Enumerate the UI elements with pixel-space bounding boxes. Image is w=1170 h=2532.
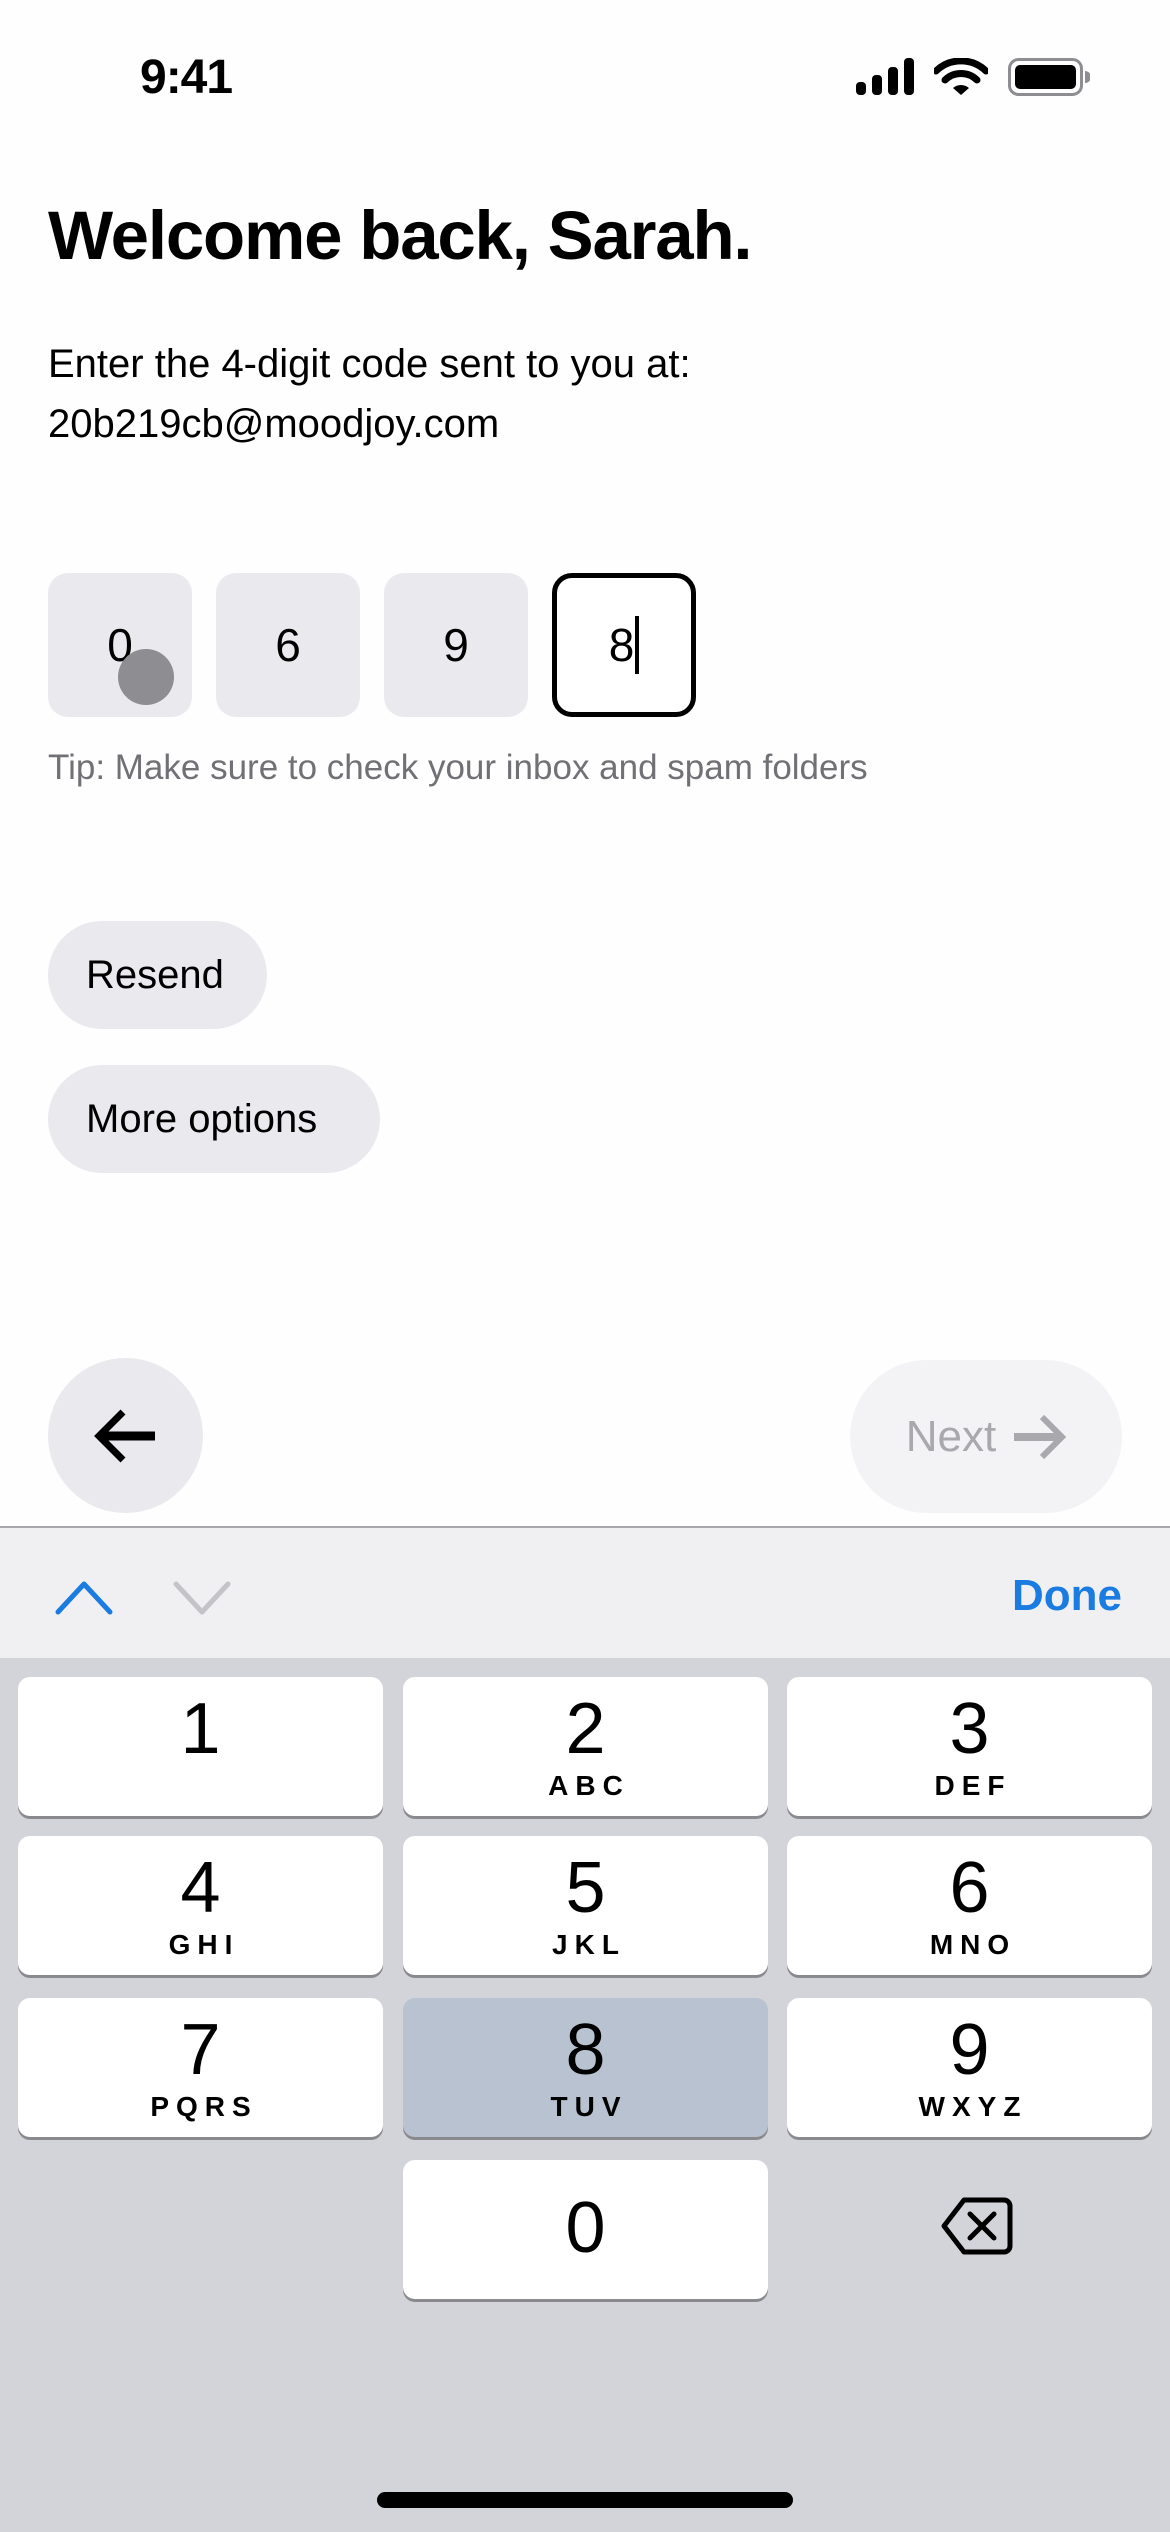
more-options-button[interactable]: More options	[48, 1065, 380, 1173]
next-button[interactable]: Next	[850, 1360, 1122, 1513]
code-digit-3[interactable]: 9	[384, 573, 528, 717]
more-options-label: More options	[86, 1096, 318, 1141]
key-4[interactable]: 4 GHI	[18, 1836, 383, 1975]
status-icons	[856, 58, 1096, 98]
key-6[interactable]: 6 MNO	[787, 1836, 1152, 1975]
key-digit: 9	[949, 2010, 990, 2090]
key-digit: 3	[949, 1689, 990, 1769]
resend-button[interactable]: Resend	[48, 921, 267, 1029]
keyboard-toolbar: Done	[0, 1526, 1170, 1658]
battery-icon	[1008, 58, 1090, 96]
key-digit: 8	[565, 2010, 606, 2090]
code-digit-value: 6	[275, 619, 301, 671]
key-letters: DEF	[934, 1770, 1012, 1801]
email-address: 20b219cb@moodjoy.com	[48, 402, 500, 446]
home-indicator[interactable]	[377, 2492, 793, 2508]
key-letters: TUV	[550, 2091, 628, 2122]
key-3[interactable]: 3 DEF	[787, 1677, 1152, 1816]
instruction-text: Enter the 4-digit code sent to you at: 2…	[48, 334, 691, 454]
code-digit-value: 9	[443, 619, 469, 671]
chevron-down-icon[interactable]	[172, 1580, 232, 1616]
done-button[interactable]: Done	[1012, 1568, 1122, 1624]
tip-text: Tip: Make sure to check your inbox and s…	[48, 748, 868, 787]
code-digit-1[interactable]: 0	[48, 573, 192, 717]
key-9[interactable]: 9 WXYZ	[787, 1998, 1152, 2137]
resend-label: Resend	[86, 952, 224, 997]
key-digit: 5	[565, 1848, 606, 1928]
text-cursor	[635, 616, 640, 674]
cellular-signal-icon	[856, 58, 914, 95]
arrow-left-icon	[93, 1409, 155, 1462]
key-letters: ABC	[548, 1770, 630, 1801]
key-8[interactable]: 8 TUV	[403, 1998, 768, 2137]
wifi-icon	[934, 58, 988, 95]
code-digit-4[interactable]: 8	[552, 573, 696, 717]
numeric-keypad: 1 2 ABC 3 DEF 4 GHI 5 JKL 6 MNO 7 PQRS 8 TUV 9W…	[0, 1658, 1170, 2532]
key-7[interactable]: 7 PQRS	[18, 1998, 383, 2137]
key-digit: 6	[949, 1848, 990, 1928]
touch-indicator	[118, 649, 174, 705]
key-0[interactable]: 0	[403, 2160, 768, 2299]
key-letters: MNO	[929, 1929, 1017, 1960]
key-letters: PQRS	[150, 2091, 258, 2122]
backspace-icon[interactable]	[940, 2196, 1014, 2256]
page-title: Welcome back, Sarah.	[48, 197, 753, 274]
code-digit-2[interactable]: 6	[216, 573, 360, 717]
next-label: Next	[905, 1411, 997, 1461]
chevron-up-icon[interactable]	[54, 1580, 114, 1616]
key-letters: GHI	[168, 1929, 240, 1960]
instruction-line: Enter the 4-digit code sent to you at:	[48, 342, 691, 386]
key-letters: JKL	[552, 1929, 626, 1960]
key-digit: 0	[565, 2188, 606, 2268]
arrow-right-icon	[1014, 1414, 1067, 1459]
back-button[interactable]	[48, 1358, 203, 1513]
key-digit: 2	[565, 1689, 606, 1769]
key-letters: WXYZ	[918, 2091, 1028, 2122]
key-digit: 1	[180, 1689, 221, 1769]
key-5[interactable]: 5 JKL	[403, 1836, 768, 1975]
key-digit: 4	[180, 1848, 221, 1928]
key-2[interactable]: 2 ABC	[403, 1677, 768, 1816]
code-digit-value: 8	[608, 619, 635, 671]
key-1[interactable]: 1	[18, 1677, 383, 1816]
key-digit: 7	[180, 2010, 221, 2090]
status-time: 9:41	[140, 51, 233, 104]
